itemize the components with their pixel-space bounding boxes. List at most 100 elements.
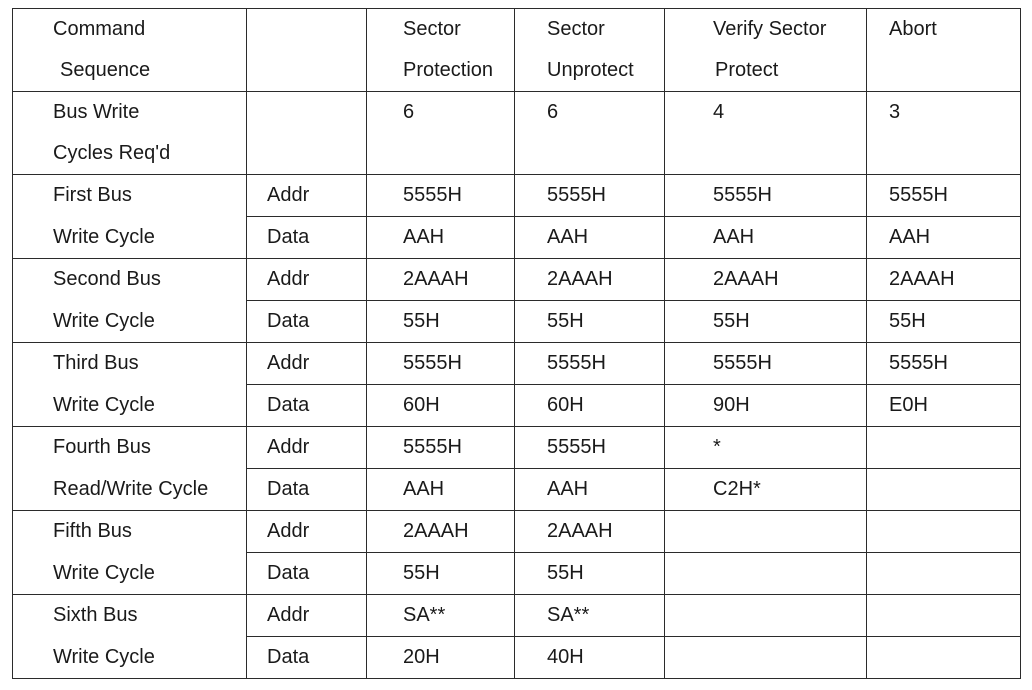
data-value: 55H: [514, 552, 665, 595]
first-bus-addr-row: First Bus Addr 5555H 5555H 5555H 5555H: [12, 174, 1021, 217]
addr-value: 5555H: [866, 342, 1021, 385]
fourth-bus-addr-row: Fourth Bus Addr 5555H 5555H *: [12, 426, 1021, 469]
addr-value: *: [664, 426, 867, 469]
addr-value: 5555H: [514, 174, 665, 217]
header-blank: [246, 8, 367, 50]
data-label: Data: [246, 216, 367, 259]
addr-value: 2AAAH: [866, 258, 1021, 301]
addr-value: 5555H: [514, 426, 665, 469]
table-cell: [366, 133, 515, 175]
addr-label: Addr: [246, 426, 367, 469]
third-bus-data-row: Write Cycle Data 60H 60H 90H E0H: [12, 384, 1021, 427]
addr-value: 5555H: [866, 174, 1021, 217]
data-value: 20H: [366, 636, 515, 679]
addr-value: [664, 594, 867, 637]
addr-label: Addr: [246, 510, 367, 553]
header-sequence: Sequence: [12, 50, 247, 92]
bus-write-label: Cycles Req'd: [12, 133, 247, 175]
header-blank: [246, 50, 367, 92]
data-value: AAH: [514, 216, 665, 259]
fifth-bus-addr-row: Fifth Bus Addr 2AAAH 2AAAH: [12, 510, 1021, 553]
header-protection: Protection: [366, 50, 515, 92]
addr-value: SA**: [514, 594, 665, 637]
table-cell: [514, 133, 665, 175]
cycle-label: Write Cycle: [12, 216, 247, 259]
data-value: 60H: [366, 384, 515, 427]
data-value: C2H*: [664, 468, 867, 511]
data-value: [866, 552, 1021, 595]
data-value: [664, 636, 867, 679]
addr-value: 5555H: [664, 342, 867, 385]
data-value: AAH: [514, 468, 665, 511]
cycle-label: Sixth Bus: [12, 594, 247, 637]
addr-value: 2AAAH: [664, 258, 867, 301]
sixth-bus-addr-row: Sixth Bus Addr SA** SA**: [12, 594, 1021, 637]
addr-value: [664, 510, 867, 553]
data-value: 40H: [514, 636, 665, 679]
header-unprotect: Unprotect: [514, 50, 665, 92]
header-sector-protection: Sector: [366, 8, 515, 50]
cycle-label: Write Cycle: [12, 300, 247, 343]
fifth-bus-data-row: Write Cycle Data 55H 55H: [12, 552, 1021, 595]
cycles-sector-unprotect: 6: [514, 91, 665, 133]
addr-label: Addr: [246, 174, 367, 217]
header-abort: Abort: [866, 8, 1021, 50]
third-bus-addr-row: Third Bus Addr 5555H 5555H 5555H 5555H: [12, 342, 1021, 385]
data-value: [866, 636, 1021, 679]
addr-value: 5555H: [366, 342, 515, 385]
data-value: AAH: [366, 216, 515, 259]
header-sector-unprotect: Sector: [514, 8, 665, 50]
addr-label: Addr: [246, 258, 367, 301]
cycle-label: Read/Write Cycle: [12, 468, 247, 511]
first-bus-data-row: Write Cycle Data AAH AAH AAH AAH: [12, 216, 1021, 259]
data-value: AAH: [664, 216, 867, 259]
header-blank: [866, 50, 1021, 92]
header-command: Command: [12, 8, 247, 50]
addr-value: [866, 594, 1021, 637]
addr-value: 2AAAH: [366, 258, 515, 301]
cycles-verify-sector-protect: 4: [664, 91, 867, 133]
bus-write-label: Bus Write: [12, 91, 247, 133]
cycles-abort: 3: [866, 91, 1021, 133]
addr-label: Addr: [246, 594, 367, 637]
table-cell: [246, 91, 367, 133]
cycle-label: First Bus: [12, 174, 247, 217]
cycle-label: Second Bus: [12, 258, 247, 301]
sixth-bus-data-row: Write Cycle Data 20H 40H: [12, 636, 1021, 679]
command-sequence-table: Command Sector Sector Verify Sector Abor…: [12, 8, 1021, 679]
data-label: Data: [246, 384, 367, 427]
table-cell: [664, 133, 867, 175]
data-value: 55H: [664, 300, 867, 343]
bus-write-row-1: Bus Write 6 6 4 3: [12, 91, 1021, 133]
data-value: AAH: [866, 216, 1021, 259]
data-value: [866, 468, 1021, 511]
cycle-label: Fifth Bus: [12, 510, 247, 553]
header-protect: Protect: [664, 50, 867, 92]
cycle-label: Third Bus: [12, 342, 247, 385]
header-row-2: Sequence Protection Unprotect Protect: [12, 50, 1021, 92]
fourth-bus-data-row: Read/Write Cycle Data AAH AAH C2H*: [12, 468, 1021, 511]
addr-label: Addr: [246, 342, 367, 385]
addr-value: 5555H: [366, 426, 515, 469]
data-value: E0H: [866, 384, 1021, 427]
cycles-sector-protection: 6: [366, 91, 515, 133]
addr-value: 2AAAH: [514, 258, 665, 301]
table-cell: [866, 133, 1021, 175]
table-cell: [246, 133, 367, 175]
addr-value: 5555H: [664, 174, 867, 217]
data-label: Data: [246, 636, 367, 679]
data-value: 55H: [366, 552, 515, 595]
data-label: Data: [246, 552, 367, 595]
addr-value: [866, 510, 1021, 553]
data-label: Data: [246, 468, 367, 511]
data-value: [664, 552, 867, 595]
addr-value: SA**: [366, 594, 515, 637]
data-value: 60H: [514, 384, 665, 427]
addr-value: 2AAAH: [514, 510, 665, 553]
data-value: 55H: [366, 300, 515, 343]
second-bus-addr-row: Second Bus Addr 2AAAH 2AAAH 2AAAH 2AAAH: [12, 258, 1021, 301]
addr-value: [866, 426, 1021, 469]
addr-value: 5555H: [514, 342, 665, 385]
second-bus-data-row: Write Cycle Data 55H 55H 55H 55H: [12, 300, 1021, 343]
cycle-label: Write Cycle: [12, 636, 247, 679]
